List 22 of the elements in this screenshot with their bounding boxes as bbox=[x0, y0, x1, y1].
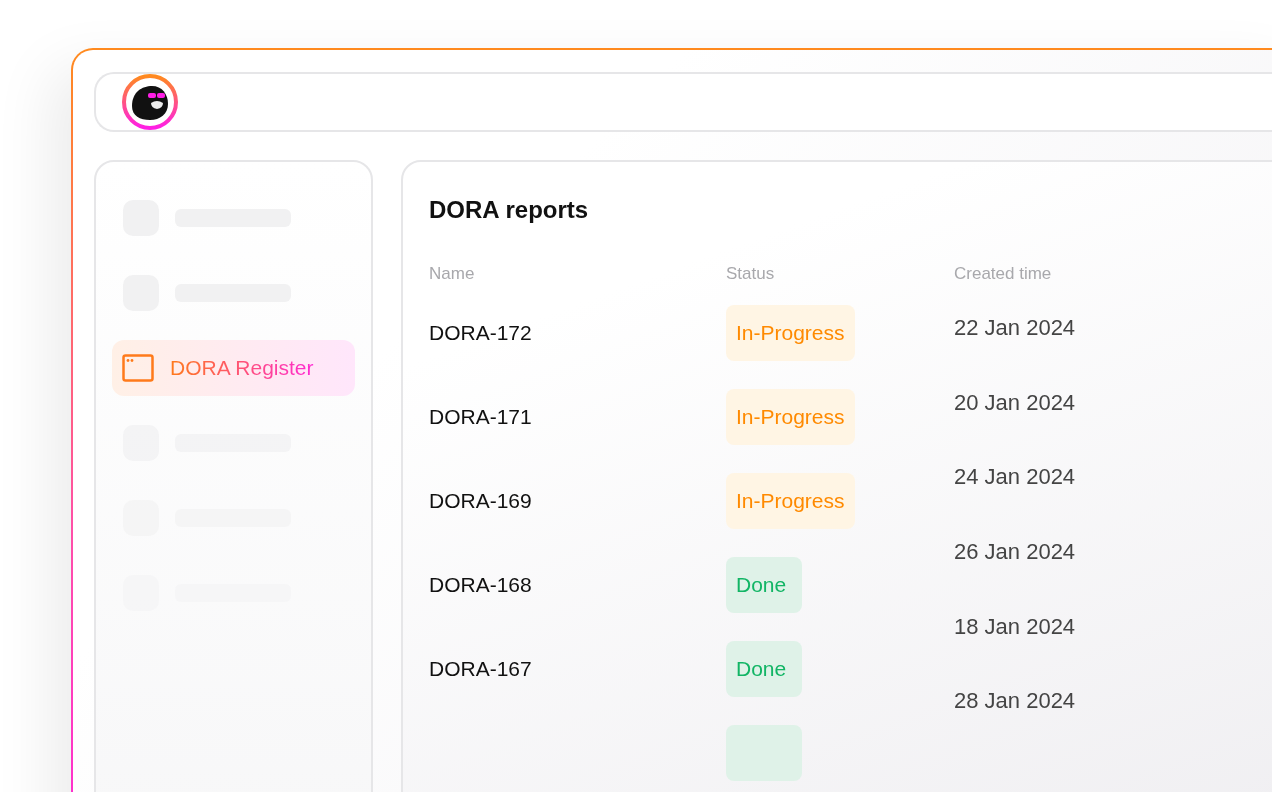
status-badge: Done bbox=[726, 641, 802, 697]
column-header: Created time bbox=[954, 264, 1052, 284]
window-icon bbox=[122, 354, 154, 382]
created-date: 26 Jan 2024 bbox=[954, 538, 1076, 567]
report-name: DORA-168 bbox=[429, 573, 533, 597]
report-name: DORA-167 bbox=[429, 657, 533, 681]
report-name: DORA-172 bbox=[429, 321, 533, 345]
created-date: 18 Jan 2024 bbox=[954, 612, 1076, 641]
status-badge: Done bbox=[726, 557, 802, 613]
sidebar-item[interactable]: DORA Register bbox=[112, 340, 355, 396]
created-date: 20 Jan 2024 bbox=[954, 388, 1076, 417]
status-badge: In-Progress bbox=[726, 305, 855, 361]
status-badge: In-Progress bbox=[726, 473, 855, 529]
column-header: Status bbox=[726, 264, 776, 284]
report-name: DORA-169 bbox=[429, 489, 533, 513]
created-date: 22 Jan 2024 bbox=[954, 314, 1076, 343]
report-name: DORA-171 bbox=[429, 405, 533, 429]
created-date: 28 Jan 2024 bbox=[954, 687, 1076, 716]
status-badge: In-Progress bbox=[726, 389, 855, 445]
column-header: Name bbox=[429, 264, 476, 284]
created-date: 24 Jan 2024 bbox=[954, 463, 1076, 492]
page-title: DORA reports bbox=[429, 195, 590, 225]
